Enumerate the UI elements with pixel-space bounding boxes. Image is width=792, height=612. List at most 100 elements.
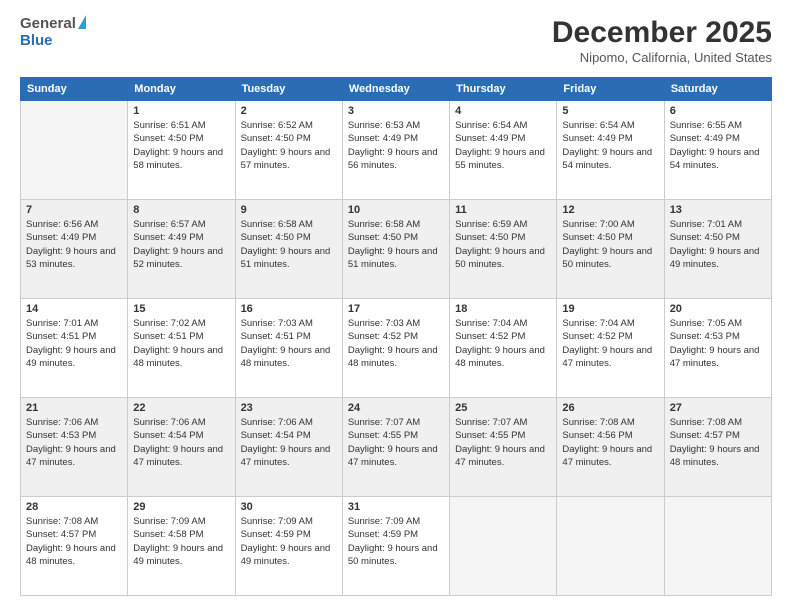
- daylight-label: Daylight: 9 hours and 47 minutes.: [348, 444, 438, 468]
- daylight-label: Daylight: 9 hours and 50 minutes.: [455, 246, 545, 270]
- calendar-cell: 26 Sunrise: 7:08 AM Sunset: 4:56 PM Dayl…: [557, 398, 664, 497]
- day-info: Sunrise: 6:58 AM Sunset: 4:50 PM Dayligh…: [348, 218, 444, 271]
- sunset-label: Sunset: 4:49 PM: [562, 133, 632, 144]
- day-number: 13: [670, 204, 766, 216]
- daylight-label: Daylight: 9 hours and 58 minutes.: [133, 147, 223, 171]
- sunset-label: Sunset: 4:51 PM: [133, 331, 203, 342]
- daylight-label: Daylight: 9 hours and 48 minutes.: [348, 345, 438, 369]
- day-number: 12: [562, 204, 658, 216]
- sunset-label: Sunset: 4:49 PM: [455, 133, 525, 144]
- day-info: Sunrise: 7:06 AM Sunset: 4:54 PM Dayligh…: [241, 416, 337, 469]
- day-info: Sunrise: 6:55 AM Sunset: 4:49 PM Dayligh…: [670, 119, 766, 172]
- col-saturday: Saturday: [664, 78, 771, 101]
- daylight-label: Daylight: 9 hours and 47 minutes.: [455, 444, 545, 468]
- sunrise-label: Sunrise: 7:08 AM: [26, 516, 98, 527]
- daylight-label: Daylight: 9 hours and 49 minutes.: [241, 543, 331, 567]
- sunrise-label: Sunrise: 7:03 AM: [348, 318, 420, 329]
- day-number: 25: [455, 402, 551, 414]
- day-number: 24: [348, 402, 444, 414]
- calendar-cell: 15 Sunrise: 7:02 AM Sunset: 4:51 PM Dayl…: [128, 299, 235, 398]
- daylight-label: Daylight: 9 hours and 52 minutes.: [133, 246, 223, 270]
- day-number: 20: [670, 303, 766, 315]
- sunset-label: Sunset: 4:50 PM: [670, 232, 740, 243]
- logo-general: General: [20, 16, 76, 33]
- daylight-label: Daylight: 9 hours and 53 minutes.: [26, 246, 116, 270]
- calendar-cell: 5 Sunrise: 6:54 AM Sunset: 4:49 PM Dayli…: [557, 101, 664, 200]
- calendar-cell: [557, 497, 664, 596]
- day-number: 19: [562, 303, 658, 315]
- day-info: Sunrise: 7:03 AM Sunset: 4:52 PM Dayligh…: [348, 317, 444, 370]
- calendar-cell: 30 Sunrise: 7:09 AM Sunset: 4:59 PM Dayl…: [235, 497, 342, 596]
- day-number: 14: [26, 303, 122, 315]
- sunrise-label: Sunrise: 7:06 AM: [133, 417, 205, 428]
- daylight-label: Daylight: 9 hours and 47 minutes.: [26, 444, 116, 468]
- sunrise-label: Sunrise: 6:52 AM: [241, 120, 313, 131]
- daylight-label: Daylight: 9 hours and 48 minutes.: [133, 345, 223, 369]
- day-info: Sunrise: 6:58 AM Sunset: 4:50 PM Dayligh…: [241, 218, 337, 271]
- page: General Blue December 2025 Nipomo, Calif…: [0, 0, 792, 612]
- daylight-label: Daylight: 9 hours and 48 minutes.: [455, 345, 545, 369]
- day-number: 30: [241, 501, 337, 513]
- sunrise-label: Sunrise: 6:58 AM: [348, 219, 420, 230]
- sunrise-label: Sunrise: 7:06 AM: [241, 417, 313, 428]
- day-number: 7: [26, 204, 122, 216]
- sunset-label: Sunset: 4:54 PM: [133, 430, 203, 441]
- day-number: 10: [348, 204, 444, 216]
- calendar-cell: [450, 497, 557, 596]
- day-number: 8: [133, 204, 229, 216]
- day-info: Sunrise: 7:07 AM Sunset: 4:55 PM Dayligh…: [455, 416, 551, 469]
- calendar-header-row: Sunday Monday Tuesday Wednesday Thursday…: [21, 78, 772, 101]
- calendar-cell: 24 Sunrise: 7:07 AM Sunset: 4:55 PM Dayl…: [342, 398, 449, 497]
- day-number: 16: [241, 303, 337, 315]
- calendar-cell: 22 Sunrise: 7:06 AM Sunset: 4:54 PM Dayl…: [128, 398, 235, 497]
- day-info: Sunrise: 7:06 AM Sunset: 4:53 PM Dayligh…: [26, 416, 122, 469]
- daylight-label: Daylight: 9 hours and 54 minutes.: [670, 147, 760, 171]
- sunset-label: Sunset: 4:51 PM: [241, 331, 311, 342]
- sunrise-label: Sunrise: 7:09 AM: [133, 516, 205, 527]
- day-info: Sunrise: 7:04 AM Sunset: 4:52 PM Dayligh…: [562, 317, 658, 370]
- sunset-label: Sunset: 4:56 PM: [562, 430, 632, 441]
- sunrise-label: Sunrise: 7:08 AM: [670, 417, 742, 428]
- day-info: Sunrise: 6:51 AM Sunset: 4:50 PM Dayligh…: [133, 119, 229, 172]
- day-info: Sunrise: 6:59 AM Sunset: 4:50 PM Dayligh…: [455, 218, 551, 271]
- day-number: 28: [26, 501, 122, 513]
- day-number: 6: [670, 105, 766, 117]
- calendar-cell: 31 Sunrise: 7:09 AM Sunset: 4:59 PM Dayl…: [342, 497, 449, 596]
- daylight-label: Daylight: 9 hours and 47 minutes.: [241, 444, 331, 468]
- day-number: 4: [455, 105, 551, 117]
- sunrise-label: Sunrise: 7:01 AM: [26, 318, 98, 329]
- sunrise-label: Sunrise: 7:07 AM: [348, 417, 420, 428]
- daylight-label: Daylight: 9 hours and 47 minutes.: [133, 444, 223, 468]
- sunrise-label: Sunrise: 6:58 AM: [241, 219, 313, 230]
- sunset-label: Sunset: 4:49 PM: [348, 133, 418, 144]
- sunset-label: Sunset: 4:50 PM: [241, 232, 311, 243]
- sunset-label: Sunset: 4:49 PM: [26, 232, 96, 243]
- day-info: Sunrise: 7:08 AM Sunset: 4:57 PM Dayligh…: [670, 416, 766, 469]
- day-info: Sunrise: 6:56 AM Sunset: 4:49 PM Dayligh…: [26, 218, 122, 271]
- logo-blue: Blue: [20, 33, 86, 50]
- daylight-label: Daylight: 9 hours and 47 minutes.: [562, 345, 652, 369]
- day-number: 2: [241, 105, 337, 117]
- day-info: Sunrise: 7:09 AM Sunset: 4:58 PM Dayligh…: [133, 515, 229, 568]
- day-info: Sunrise: 7:00 AM Sunset: 4:50 PM Dayligh…: [562, 218, 658, 271]
- daylight-label: Daylight: 9 hours and 56 minutes.: [348, 147, 438, 171]
- daylight-label: Daylight: 9 hours and 57 minutes.: [241, 147, 331, 171]
- title-block: December 2025 Nipomo, California, United…: [552, 16, 772, 65]
- calendar-cell: 27 Sunrise: 7:08 AM Sunset: 4:57 PM Dayl…: [664, 398, 771, 497]
- calendar-cell: 16 Sunrise: 7:03 AM Sunset: 4:51 PM Dayl…: [235, 299, 342, 398]
- calendar-cell: 17 Sunrise: 7:03 AM Sunset: 4:52 PM Dayl…: [342, 299, 449, 398]
- sunset-label: Sunset: 4:52 PM: [562, 331, 632, 342]
- sunrise-label: Sunrise: 7:01 AM: [670, 219, 742, 230]
- sunset-label: Sunset: 4:55 PM: [455, 430, 525, 441]
- day-info: Sunrise: 7:09 AM Sunset: 4:59 PM Dayligh…: [241, 515, 337, 568]
- day-info: Sunrise: 7:08 AM Sunset: 4:56 PM Dayligh…: [562, 416, 658, 469]
- logo-icon: [78, 15, 86, 29]
- sunrise-label: Sunrise: 6:56 AM: [26, 219, 98, 230]
- daylight-label: Daylight: 9 hours and 49 minutes.: [26, 345, 116, 369]
- sunset-label: Sunset: 4:59 PM: [348, 529, 418, 540]
- calendar-cell: [21, 101, 128, 200]
- daylight-label: Daylight: 9 hours and 48 minutes.: [26, 543, 116, 567]
- sunrise-label: Sunrise: 7:09 AM: [241, 516, 313, 527]
- sunrise-label: Sunrise: 6:59 AM: [455, 219, 527, 230]
- calendar-week-row: 14 Sunrise: 7:01 AM Sunset: 4:51 PM Dayl…: [21, 299, 772, 398]
